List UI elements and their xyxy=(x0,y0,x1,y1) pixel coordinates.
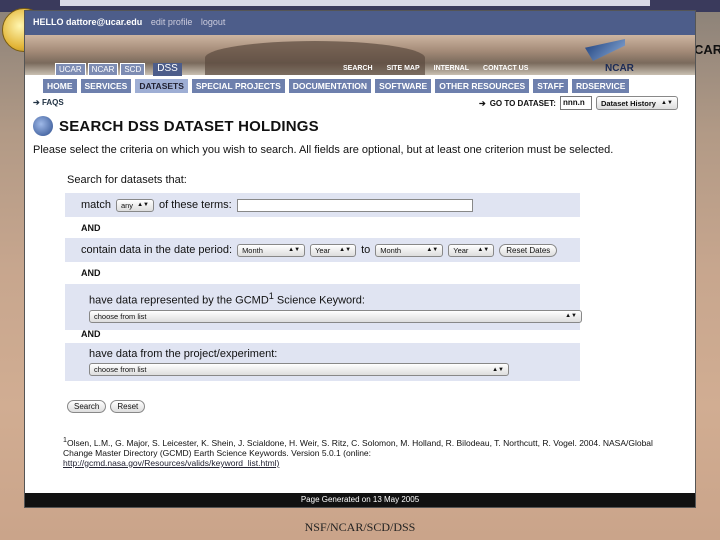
tab-ncar[interactable]: NCAR xyxy=(87,63,119,76)
search-button[interactable]: Search xyxy=(67,400,107,413)
end-year-select[interactable]: Year ▲▼ xyxy=(448,243,495,257)
reset-dates-button[interactable]: Reset Dates xyxy=(499,243,558,257)
nav-special-projects[interactable]: SPECIAL PROJECTS xyxy=(190,78,286,94)
main-nav: HOME SERVICES DATASETS SPECIAL PROJECTS … xyxy=(42,78,631,94)
match-select[interactable]: any ▲▼ xyxy=(115,198,154,212)
start-month-select[interactable]: Month ▲▼ xyxy=(237,243,306,257)
end-month-value: Month xyxy=(380,245,402,255)
page-footer: Page Generated on 13 May 2005 xyxy=(25,493,695,507)
project-value: choose from list xyxy=(94,365,147,374)
match-label: match xyxy=(81,199,111,211)
nav-staff[interactable]: STAFF xyxy=(532,78,569,94)
updown-arrow-icon: ▲▼ xyxy=(661,100,673,106)
nav-datasets[interactable]: DATASETS xyxy=(134,78,189,94)
terms-input[interactable] xyxy=(236,198,473,212)
updown-arrow-icon: ▲▼ xyxy=(339,247,352,253)
site-map-link[interactable]: SITE MAP xyxy=(387,65,420,72)
search-for-label: Search for datasets that: xyxy=(67,174,187,186)
logout-link[interactable]: logout xyxy=(201,17,226,27)
contact-us-link[interactable]: CONTACT US xyxy=(483,65,528,72)
goto-dataset: ➔ GO TO DATASET: nnn.n Dataset History ▲▼ xyxy=(479,96,678,110)
end-year-value: Year xyxy=(453,245,469,255)
and-label: AND xyxy=(81,329,101,339)
internal-link[interactable]: INTERNAL xyxy=(434,65,469,72)
footnote-text: Olsen, L.M., G. Major, S. Leicester, K. … xyxy=(63,437,653,458)
edit-profile-link[interactable]: edit profile xyxy=(151,17,193,27)
gcmd-label-pre: have data represented by the GCMD xyxy=(89,294,269,307)
page-header: SEARCH DSS DATASET HOLDINGS xyxy=(33,116,319,136)
updown-arrow-icon: ▲▼ xyxy=(565,313,577,320)
dataset-id-input[interactable]: nnn.n xyxy=(559,96,592,110)
reset-button[interactable]: Reset xyxy=(110,400,146,413)
project-label: have data from the project/experiment: xyxy=(89,348,278,360)
intro-text: Please select the criteria on which you … xyxy=(33,144,614,156)
greeting: HELLO dattore@ucar.edu xyxy=(33,17,143,27)
to-label: to xyxy=(361,244,371,256)
footnote: 1Olsen, L.M., G. Major, S. Leicester, K.… xyxy=(63,435,683,468)
nav-documentation[interactable]: DOCUMENTATION xyxy=(287,78,373,94)
match-value: any xyxy=(120,200,134,210)
dataset-history-label: Dataset History xyxy=(600,98,656,108)
faqs-label: FAQS xyxy=(41,98,64,107)
match-terms-row: match any ▲▼ of these terms: xyxy=(65,193,580,217)
ncar-logo-text: NCAR xyxy=(605,63,634,74)
start-year-select[interactable]: Year ▲▼ xyxy=(310,243,357,257)
user-bar: HELLO dattore@ucar.edu edit profile logo… xyxy=(25,11,695,35)
arrow-icon: ➔ xyxy=(33,98,42,107)
start-year-value: Year xyxy=(315,245,331,255)
end-month-select[interactable]: Month ▲▼ xyxy=(375,243,444,257)
globe-icon xyxy=(33,116,53,136)
updown-arrow-icon: ▲▼ xyxy=(288,247,301,253)
nav-software[interactable]: SOFTWARE xyxy=(374,78,433,94)
updown-arrow-icon: ▲▼ xyxy=(426,247,439,253)
gcmd-label-post: Science Keyword: xyxy=(276,294,365,307)
ncar-edge-text: CAR xyxy=(694,42,720,57)
tab-scd[interactable]: SCD xyxy=(120,63,146,76)
updown-arrow-icon: ▲▼ xyxy=(492,366,504,373)
date-period-row: contain data in the date period: Month ▲▼… xyxy=(65,238,580,262)
gcmd-keyword-value: choose from list xyxy=(94,311,147,321)
slide-caption: NSF/NCAR/SCD/DSS xyxy=(304,520,416,534)
browser-window: HELLO dattore@ucar.edu edit profile logo… xyxy=(24,10,696,508)
project-row: have data from the project/experiment: c… xyxy=(65,343,580,381)
gcmd-keyword-link[interactable]: http://gcmd.nasa.gov/Resources/valids/ke… xyxy=(63,458,279,468)
gcmd-keyword-select[interactable]: choose from list ▲▼ xyxy=(89,309,582,323)
tab-ucar[interactable]: UCAR xyxy=(55,63,86,76)
top-links: SEARCH SITE MAP INTERNAL CONTACT US xyxy=(343,65,528,72)
tab-dss[interactable]: DSS xyxy=(153,63,182,76)
updown-arrow-icon: ▲▼ xyxy=(137,202,149,208)
nav-home[interactable]: HOME xyxy=(42,78,78,94)
date-period-label: contain data in the date period: xyxy=(81,244,233,256)
updown-arrow-icon: ▲▼ xyxy=(477,247,490,253)
project-select[interactable]: choose from list ▲▼ xyxy=(89,363,509,376)
page-title: SEARCH DSS DATASET HOLDINGS xyxy=(59,117,319,135)
org-tabs: UCAR NCAR SCD DSS xyxy=(55,63,182,76)
arrow-icon: ➔ xyxy=(479,98,486,108)
footnote-ref: 1 xyxy=(268,291,274,302)
start-month-value: Month xyxy=(242,245,263,255)
slide-top-stripe xyxy=(60,0,650,6)
gcmd-label: have data represented by the GCMD1 Scien… xyxy=(89,291,365,307)
and-label: AND xyxy=(81,268,101,278)
form-buttons: Search Reset xyxy=(67,400,146,413)
search-link[interactable]: SEARCH xyxy=(343,65,373,72)
terms-label: of these terms: xyxy=(158,199,232,211)
and-label: AND xyxy=(81,223,101,233)
faqs-link[interactable]: ➔ FAQS xyxy=(33,98,64,107)
goto-label: GO TO DATASET: xyxy=(489,98,556,108)
nav-services[interactable]: SERVICES xyxy=(79,78,133,94)
gcmd-keyword-row: have data represented by the GCMD1 Scien… xyxy=(65,284,582,330)
nav-rdservice[interactable]: RDSERVICE xyxy=(570,78,631,94)
nav-other-resources[interactable]: OTHER RESOURCES xyxy=(434,78,531,94)
dataset-history-select[interactable]: Dataset History ▲▼ xyxy=(595,96,678,110)
